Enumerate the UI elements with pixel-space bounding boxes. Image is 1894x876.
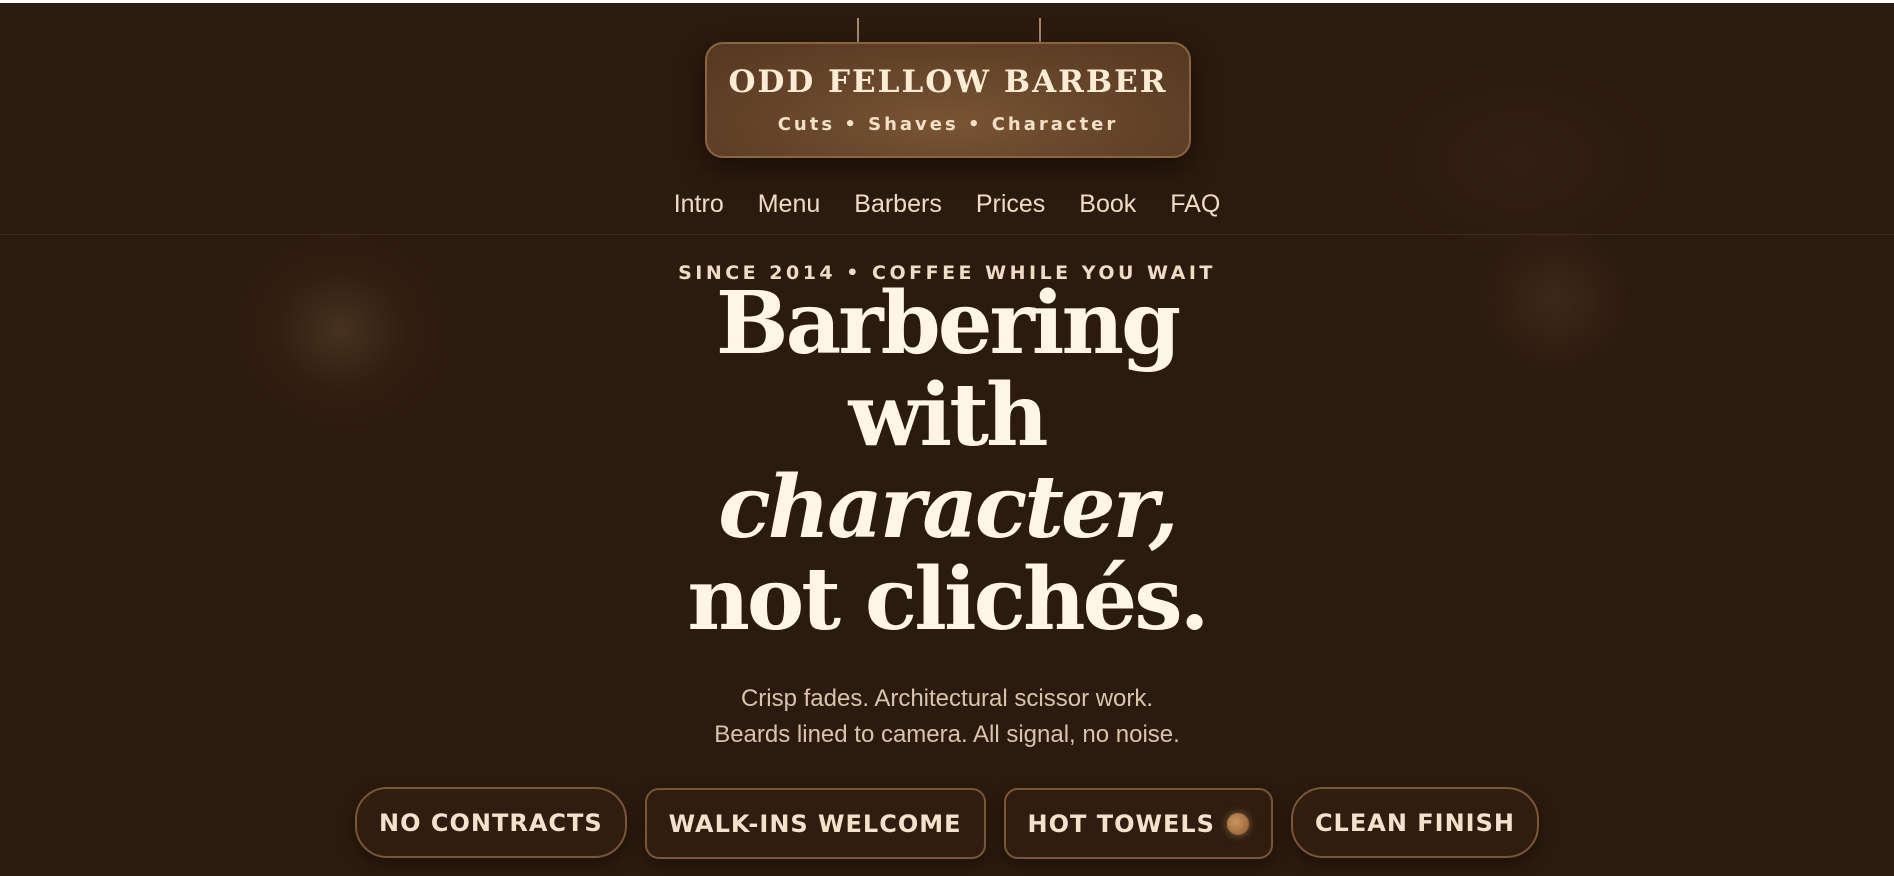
chip-label: WALK-INS WELCOME: [668, 809, 962, 838]
main-nav: Intro Menu Barbers Prices Book FAQ: [0, 190, 1894, 219]
header-divider: [0, 234, 1894, 235]
nav-item-prices[interactable]: Prices: [959, 190, 1062, 219]
headline-line-1: Barbering: [715, 273, 1181, 374]
top-edge-line: [0, 0, 1894, 3]
feature-chips: NO CONTRACTS WALK-INS WELCOME HOT TOWELS…: [0, 787, 1894, 859]
chip-no-contracts[interactable]: NO CONTRACTS: [355, 787, 627, 858]
hero-headline: Barbering with character, not clichés.: [547, 278, 1347, 646]
ambient-glow-left: [225, 225, 455, 435]
headline-line-2: with: [848, 365, 1049, 466]
hero-subtext: Crisp fades. Architectural scissor work.…: [0, 681, 1894, 753]
nav-item-book[interactable]: Book: [1062, 190, 1153, 219]
chip-label: NO CONTRACTS: [379, 808, 603, 837]
headline-line-3: character,: [718, 457, 1178, 558]
nav-item-menu[interactable]: Menu: [741, 190, 838, 219]
nav-item-intro[interactable]: Intro: [657, 190, 741, 219]
glowing-dot-icon: [1226, 812, 1249, 835]
sign-hanging-wire-right: [1039, 18, 1041, 44]
chip-hot-towels[interactable]: HOT TOWELS: [1003, 788, 1273, 859]
ambient-glow-right-top: [1370, 60, 1670, 260]
chip-clean-finish[interactable]: CLEAN FINISH: [1290, 787, 1539, 858]
brand-sign[interactable]: ODD FELLOW BARBER Cuts • Shaves • Charac…: [705, 42, 1191, 158]
sign-hanging-wire-left: [857, 18, 859, 44]
chip-label: HOT TOWELS: [1027, 809, 1215, 838]
brand-name: ODD FELLOW BARBER: [728, 64, 1168, 100]
chip-walk-ins-welcome[interactable]: WALK-INS WELCOME: [644, 788, 986, 859]
subtext-line-2: Beards lined to camera. All signal, no n…: [714, 721, 1180, 748]
subtext-line-1: Crisp fades. Architectural scissor work.: [740, 685, 1154, 712]
headline-line-4: not clichés.: [687, 549, 1209, 650]
nav-item-faq[interactable]: FAQ: [1153, 190, 1237, 219]
chip-label: CLEAN FINISH: [1314, 808, 1515, 837]
nav-item-barbers[interactable]: Barbers: [837, 190, 959, 219]
ambient-glow-right: [1475, 225, 1635, 375]
brand-tagline: Cuts • Shaves • Character: [777, 114, 1119, 135]
